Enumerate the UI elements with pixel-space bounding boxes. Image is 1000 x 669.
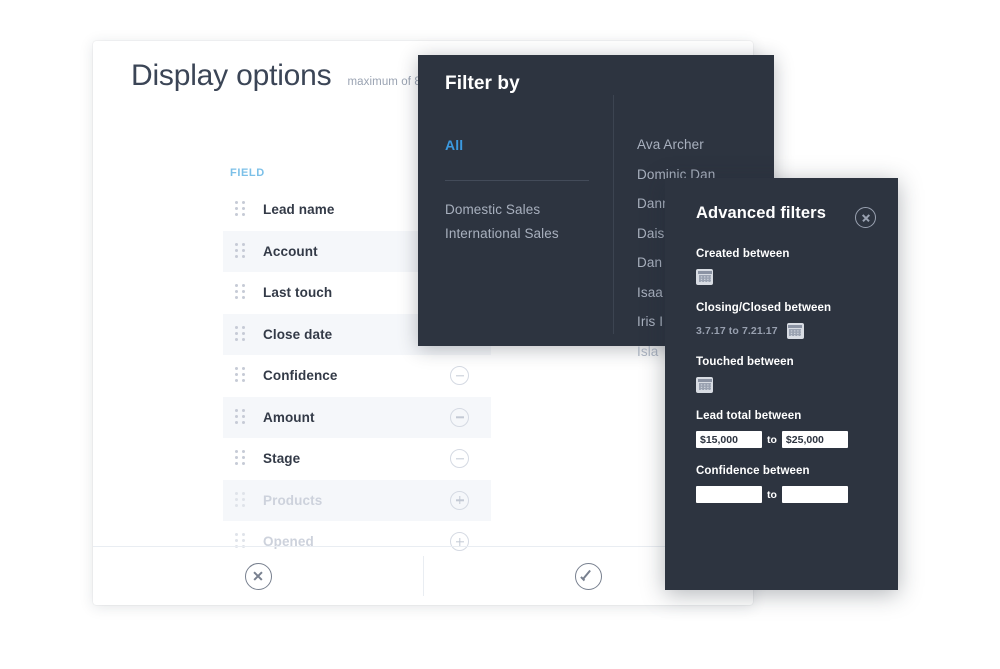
field-section-label: FIELD bbox=[230, 167, 265, 179]
add-field-button[interactable] bbox=[450, 490, 469, 510]
drag-handle-icon[interactable] bbox=[235, 284, 246, 301]
advanced-filter-control: to bbox=[696, 486, 876, 503]
drag-handle-icon[interactable] bbox=[235, 367, 246, 384]
page-title: Display options bbox=[131, 59, 332, 92]
filter-divider bbox=[445, 180, 589, 181]
range-to-input[interactable] bbox=[781, 431, 848, 448]
filter-by-title: Filter by bbox=[445, 73, 520, 94]
field-row[interactable]: Confidence bbox=[223, 355, 491, 397]
close-icon[interactable] bbox=[855, 207, 876, 228]
advanced-filter-label: Closing/Closed between bbox=[696, 302, 832, 314]
field-row[interactable]: Amount bbox=[223, 396, 491, 438]
calendar-icon[interactable] bbox=[696, 269, 713, 285]
filter-group-item[interactable]: International Sales bbox=[445, 226, 605, 241]
advanced-filter-section: Closing/Closed between 3.7.17 to 7.21.17 bbox=[696, 302, 876, 339]
card-header: Display options maximum of 8 bbox=[131, 59, 421, 93]
drag-handle-icon[interactable] bbox=[235, 491, 246, 509]
range-from-input[interactable] bbox=[696, 486, 762, 503]
max-fields-hint: maximum of 8 bbox=[347, 76, 421, 88]
advanced-filters-panel: Advanced filters Created between Closing/… bbox=[665, 178, 898, 590]
advanced-filter-control: 3.7.17 to 7.21.17 bbox=[696, 323, 876, 339]
range-to-label: to bbox=[767, 488, 777, 501]
card-footer bbox=[93, 546, 753, 605]
remove-field-button[interactable] bbox=[450, 449, 469, 469]
advanced-filter-label: Created between bbox=[696, 248, 790, 260]
advanced-filter-control bbox=[696, 269, 876, 285]
screen: Display options maximum of 8 FIELD Lead … bbox=[0, 0, 1000, 669]
range-to-label: to bbox=[767, 433, 777, 446]
filter-group-item[interactable]: Domestic Sales bbox=[445, 202, 605, 217]
advanced-filter-control: to bbox=[696, 431, 876, 448]
circle-check-icon bbox=[574, 562, 602, 590]
field-name: Confidence bbox=[263, 368, 338, 384]
range-from-input[interactable] bbox=[696, 431, 762, 448]
advanced-filter-section: Touched between bbox=[696, 356, 876, 393]
field-row[interactable]: Products bbox=[223, 479, 491, 521]
advanced-filter-control bbox=[696, 377, 876, 393]
field-name: Products bbox=[263, 492, 323, 508]
remove-field-button[interactable] bbox=[450, 407, 469, 427]
drag-handle-icon[interactable] bbox=[235, 450, 246, 467]
drag-handle-icon[interactable] bbox=[235, 201, 246, 218]
filter-name-item[interactable]: Ava Archer bbox=[637, 137, 772, 152]
drag-handle-icon[interactable] bbox=[235, 408, 246, 426]
range-to-input[interactable] bbox=[781, 486, 848, 503]
advanced-filter-section: Created between bbox=[696, 248, 876, 285]
advanced-filter-section: Lead total between to bbox=[696, 410, 876, 448]
advanced-filters-title: Advanced filters bbox=[696, 204, 826, 222]
field-name: Amount bbox=[263, 409, 315, 425]
cancel-button[interactable] bbox=[93, 547, 423, 605]
filter-groups-column: All Domestic Sales International Sales bbox=[445, 137, 605, 250]
remove-field-button[interactable] bbox=[450, 366, 469, 386]
advanced-filter-label: Touched between bbox=[696, 356, 794, 368]
calendar-icon[interactable] bbox=[786, 323, 804, 339]
drag-handle-icon[interactable] bbox=[235, 325, 246, 343]
filter-vertical-divider bbox=[613, 95, 614, 334]
drag-handle-icon[interactable] bbox=[235, 242, 246, 260]
advanced-filters-body: Created between Closing/Closed between 3.7… bbox=[696, 248, 876, 520]
field-row[interactable]: Stage bbox=[223, 438, 491, 480]
field-name: Stage bbox=[263, 451, 301, 467]
circle-x-icon bbox=[244, 562, 272, 590]
advanced-filter-label: Lead total between bbox=[696, 410, 802, 422]
calendar-icon[interactable] bbox=[696, 377, 713, 393]
filter-option-all[interactable]: All bbox=[445, 137, 605, 153]
advanced-filter-section: Confidence between to bbox=[696, 465, 876, 503]
date-range-value: 3.7.17 to 7.21.17 bbox=[696, 325, 778, 337]
advanced-filter-label: Confidence between bbox=[696, 465, 810, 477]
